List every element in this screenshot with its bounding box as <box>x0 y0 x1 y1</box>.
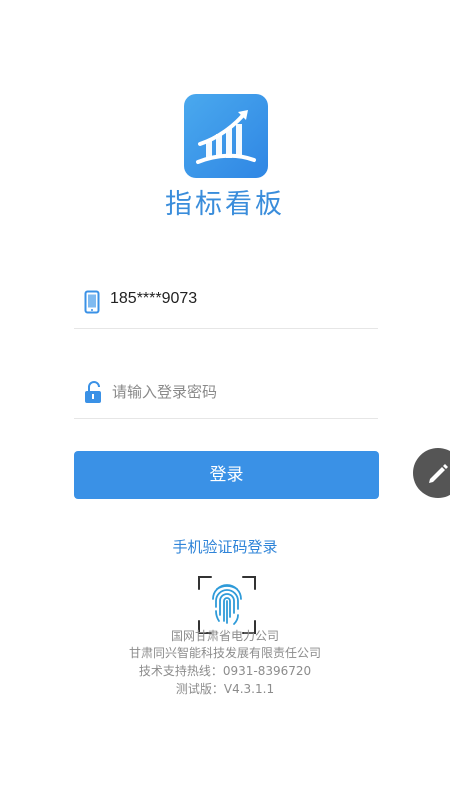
app-title: 指标看板 <box>165 189 285 220</box>
chart-arrow-icon <box>196 110 256 164</box>
app-logo <box>184 94 268 178</box>
fingerprint-icon <box>198 576 256 634</box>
sms-login-link[interactable]: 手机验证码登录 <box>0 536 450 557</box>
footer-company-1: 国网甘肃省电力公司 <box>170 629 279 643</box>
edit-fab-button[interactable] <box>413 448 450 498</box>
fingerprint-login-button[interactable] <box>197 575 257 635</box>
pencil-icon <box>429 464 448 483</box>
footer-version: 测试版：V4.3.1.1 <box>175 682 275 696</box>
password-placeholder[interactable]: 请输入登录密码 <box>112 381 217 402</box>
phone-value[interactable]: 185****9073 <box>110 290 197 308</box>
password-field[interactable]: 请输入登录密码 <box>74 368 378 419</box>
footer-hotline: 技术支持热线：0931-8396720 <box>138 664 312 678</box>
footer-company-2: 甘肃同兴智能科技发展有限责任公司 <box>128 646 321 660</box>
phone-field[interactable]: 185****9073 <box>74 278 378 329</box>
phone-icon <box>84 290 102 314</box>
unlock-icon <box>84 380 102 404</box>
login-button[interactable]: 登录 <box>74 451 379 499</box>
